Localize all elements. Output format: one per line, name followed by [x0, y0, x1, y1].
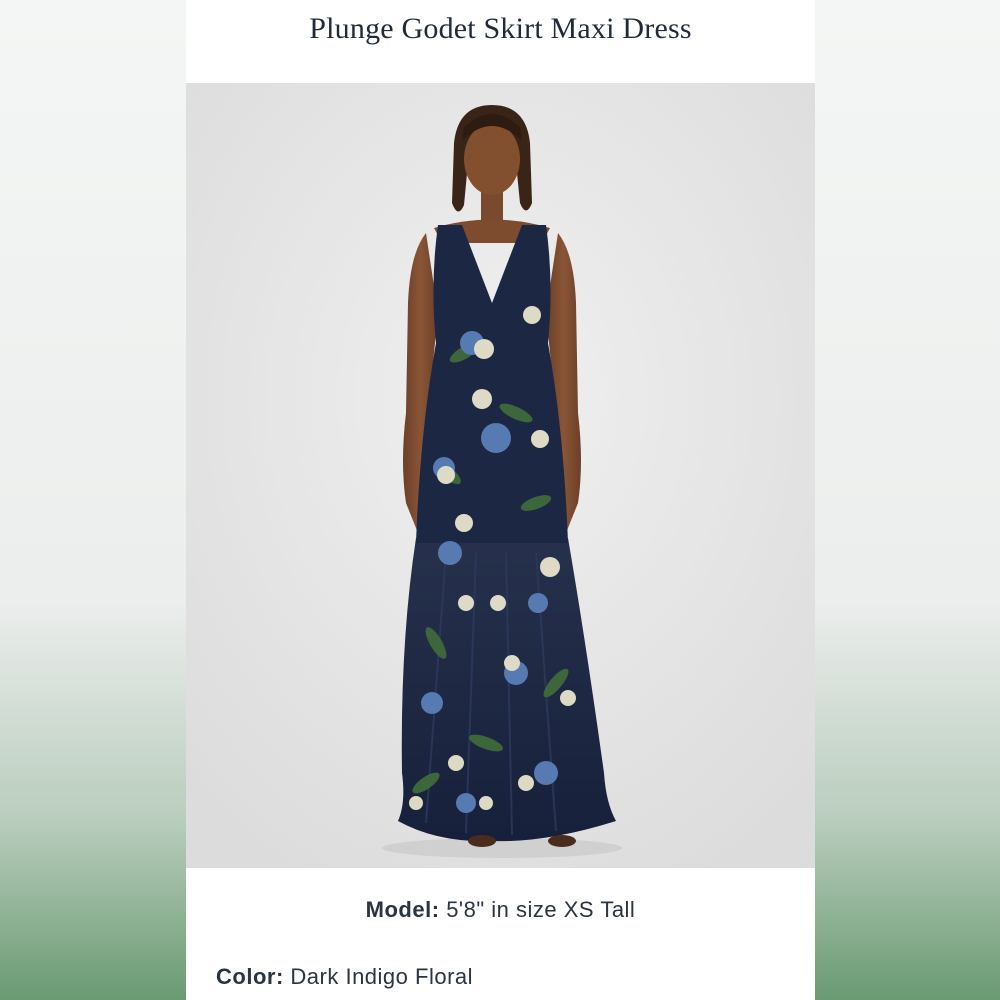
model-label: Model:: [365, 897, 440, 922]
color-label: Color:: [216, 964, 284, 989]
product-title: Plunge Godet Skirt Maxi Dress: [309, 12, 692, 45]
color-info: Color: Dark Indigo Floral: [216, 964, 473, 990]
model-info: Model: 5'8" in size XS Tall: [186, 897, 815, 923]
color-value: Dark Indigo Floral: [290, 964, 474, 989]
product-image[interactable]: [186, 83, 815, 868]
model-illustration: [186, 83, 815, 868]
model-value: 5'8" in size XS Tall: [446, 897, 636, 922]
